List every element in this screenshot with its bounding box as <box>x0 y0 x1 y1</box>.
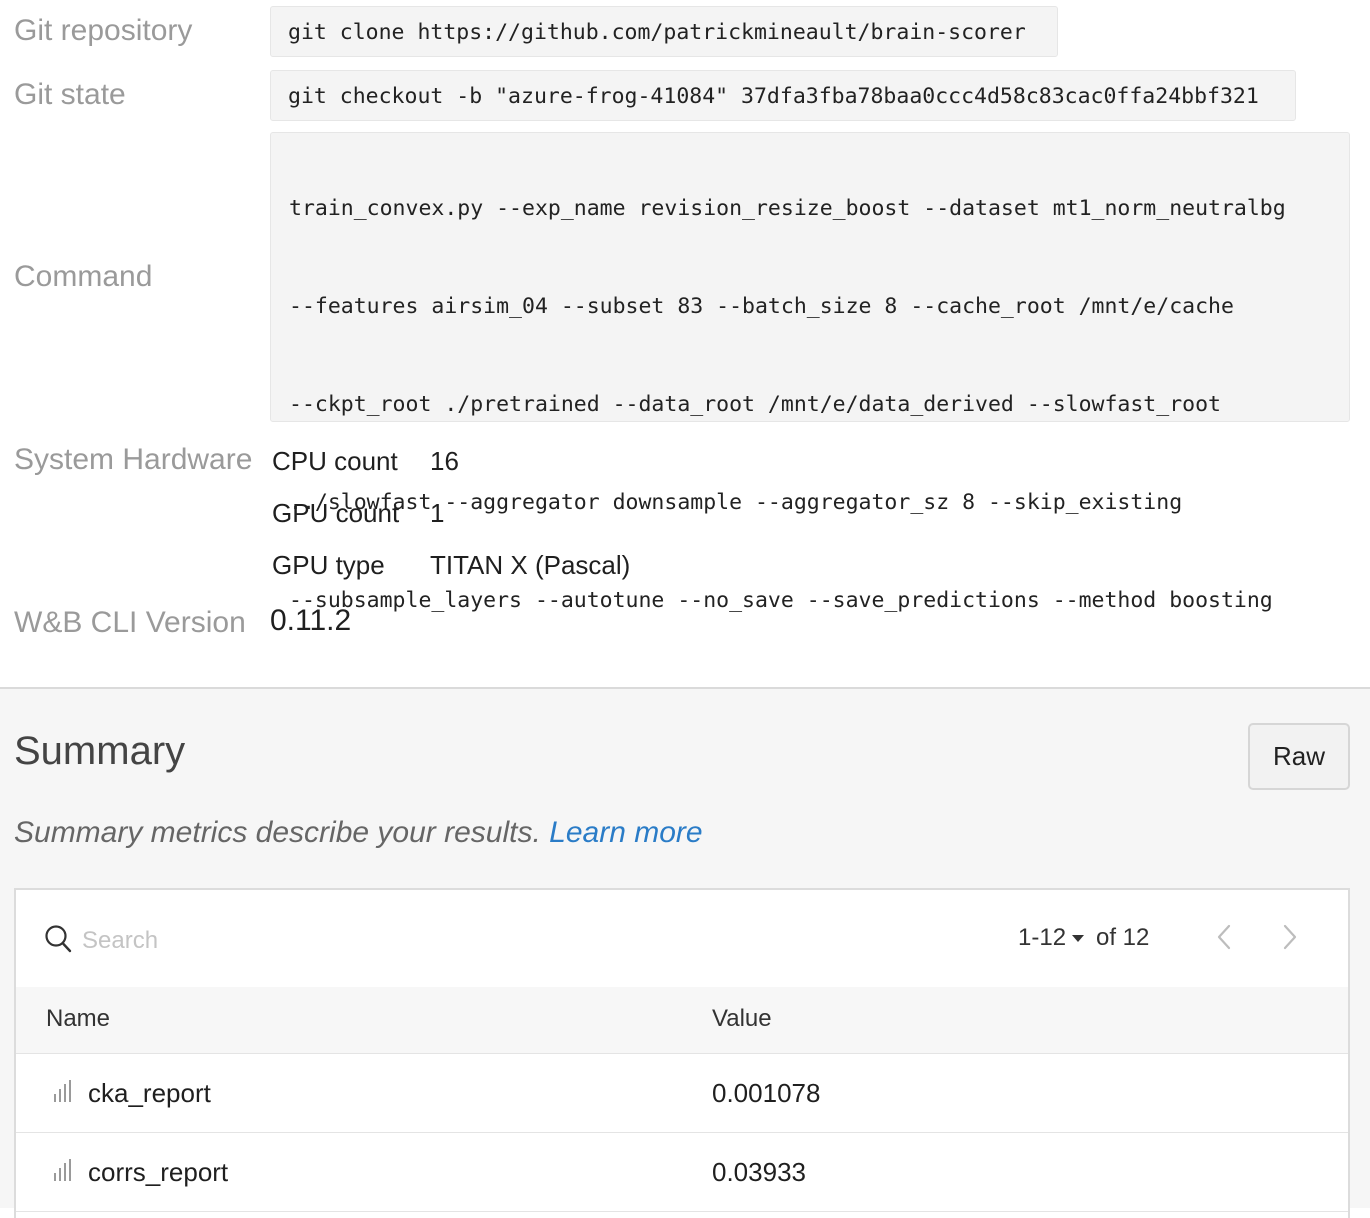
cpu-count-value: 16 <box>430 446 459 476</box>
summary-title: Summary <box>14 729 186 773</box>
page-total: of 12 <box>1096 924 1150 951</box>
git-state-code: git checkout -b "azure-frog-41084" 37dfa… <box>270 70 1296 121</box>
bar-chart-icon <box>52 1080 76 1109</box>
cli-version-label: W&B CLI Version <box>14 606 246 639</box>
search-input[interactable] <box>80 920 784 962</box>
command-line: --subsample_layers --autotune --no_save … <box>289 588 1273 613</box>
command-line: ../slowfast --aggregator downsample --ag… <box>289 490 1183 515</box>
cpu-count-key: CPU count <box>272 446 398 476</box>
row-value: 0.03933 <box>712 1157 806 1187</box>
command-code: train_convex.py --exp_name revision_resi… <box>270 132 1350 711</box>
git-repository-code: git clone https://github.com/patrickmine… <box>270 6 1058 57</box>
summary-table: 1-12 of 12 Name Value <box>14 888 1350 1218</box>
table-header: Name Value <box>16 987 1348 1054</box>
summary-description: Summary metrics describe your results. L… <box>14 816 703 850</box>
gpu-type-key: GPU type <box>272 550 385 580</box>
summary-section: Summary Raw Summary metrics describe you… <box>0 687 1370 1218</box>
column-header-name: Name <box>46 1005 111 1032</box>
table-row[interactable]: cka_report 0.001078 <box>16 1054 1348 1133</box>
system-hardware-label: System Hardware <box>14 443 253 476</box>
command-line: --ckpt_root ./pretrained --data_root /mn… <box>289 392 1221 417</box>
row-name: cka_report <box>88 1078 211 1108</box>
table-row[interactable]: corrs_report 0.03933 <box>16 1133 1348 1212</box>
row-value: 0.001078 <box>712 1078 821 1108</box>
page-range-dropdown[interactable]: 1-12 <box>1018 924 1085 952</box>
raw-button[interactable]: Raw <box>1248 723 1350 790</box>
gpu-type-value: TITAN X (Pascal) <box>430 550 631 580</box>
command-line: --features airsim_04 --subset 83 --batch… <box>289 294 1234 319</box>
summary-description-text: Summary metrics describe your results. <box>14 816 541 849</box>
chevron-right-icon[interactable] <box>1280 922 1300 957</box>
gpu-count-key: GPU count <box>272 498 400 528</box>
page-range-text: 1-12 <box>1018 924 1067 951</box>
bar-chart-icon <box>52 1159 76 1188</box>
learn-more-link[interactable]: Learn more <box>549 816 702 849</box>
chevron-left-icon[interactable] <box>1214 922 1234 957</box>
git-repository-label: Git repository <box>14 14 193 47</box>
caret-down-icon <box>1072 935 1085 943</box>
command-label: Command <box>14 260 153 293</box>
search-icon <box>44 924 72 959</box>
git-state-label: Git state <box>14 78 126 111</box>
row-name: corrs_report <box>88 1157 229 1187</box>
gpu-count-value: 1 <box>430 498 445 528</box>
column-header-value: Value <box>712 1005 772 1032</box>
command-line: train_convex.py --exp_name revision_resi… <box>289 196 1286 221</box>
cli-version-value: 0.11.2 <box>270 604 352 637</box>
